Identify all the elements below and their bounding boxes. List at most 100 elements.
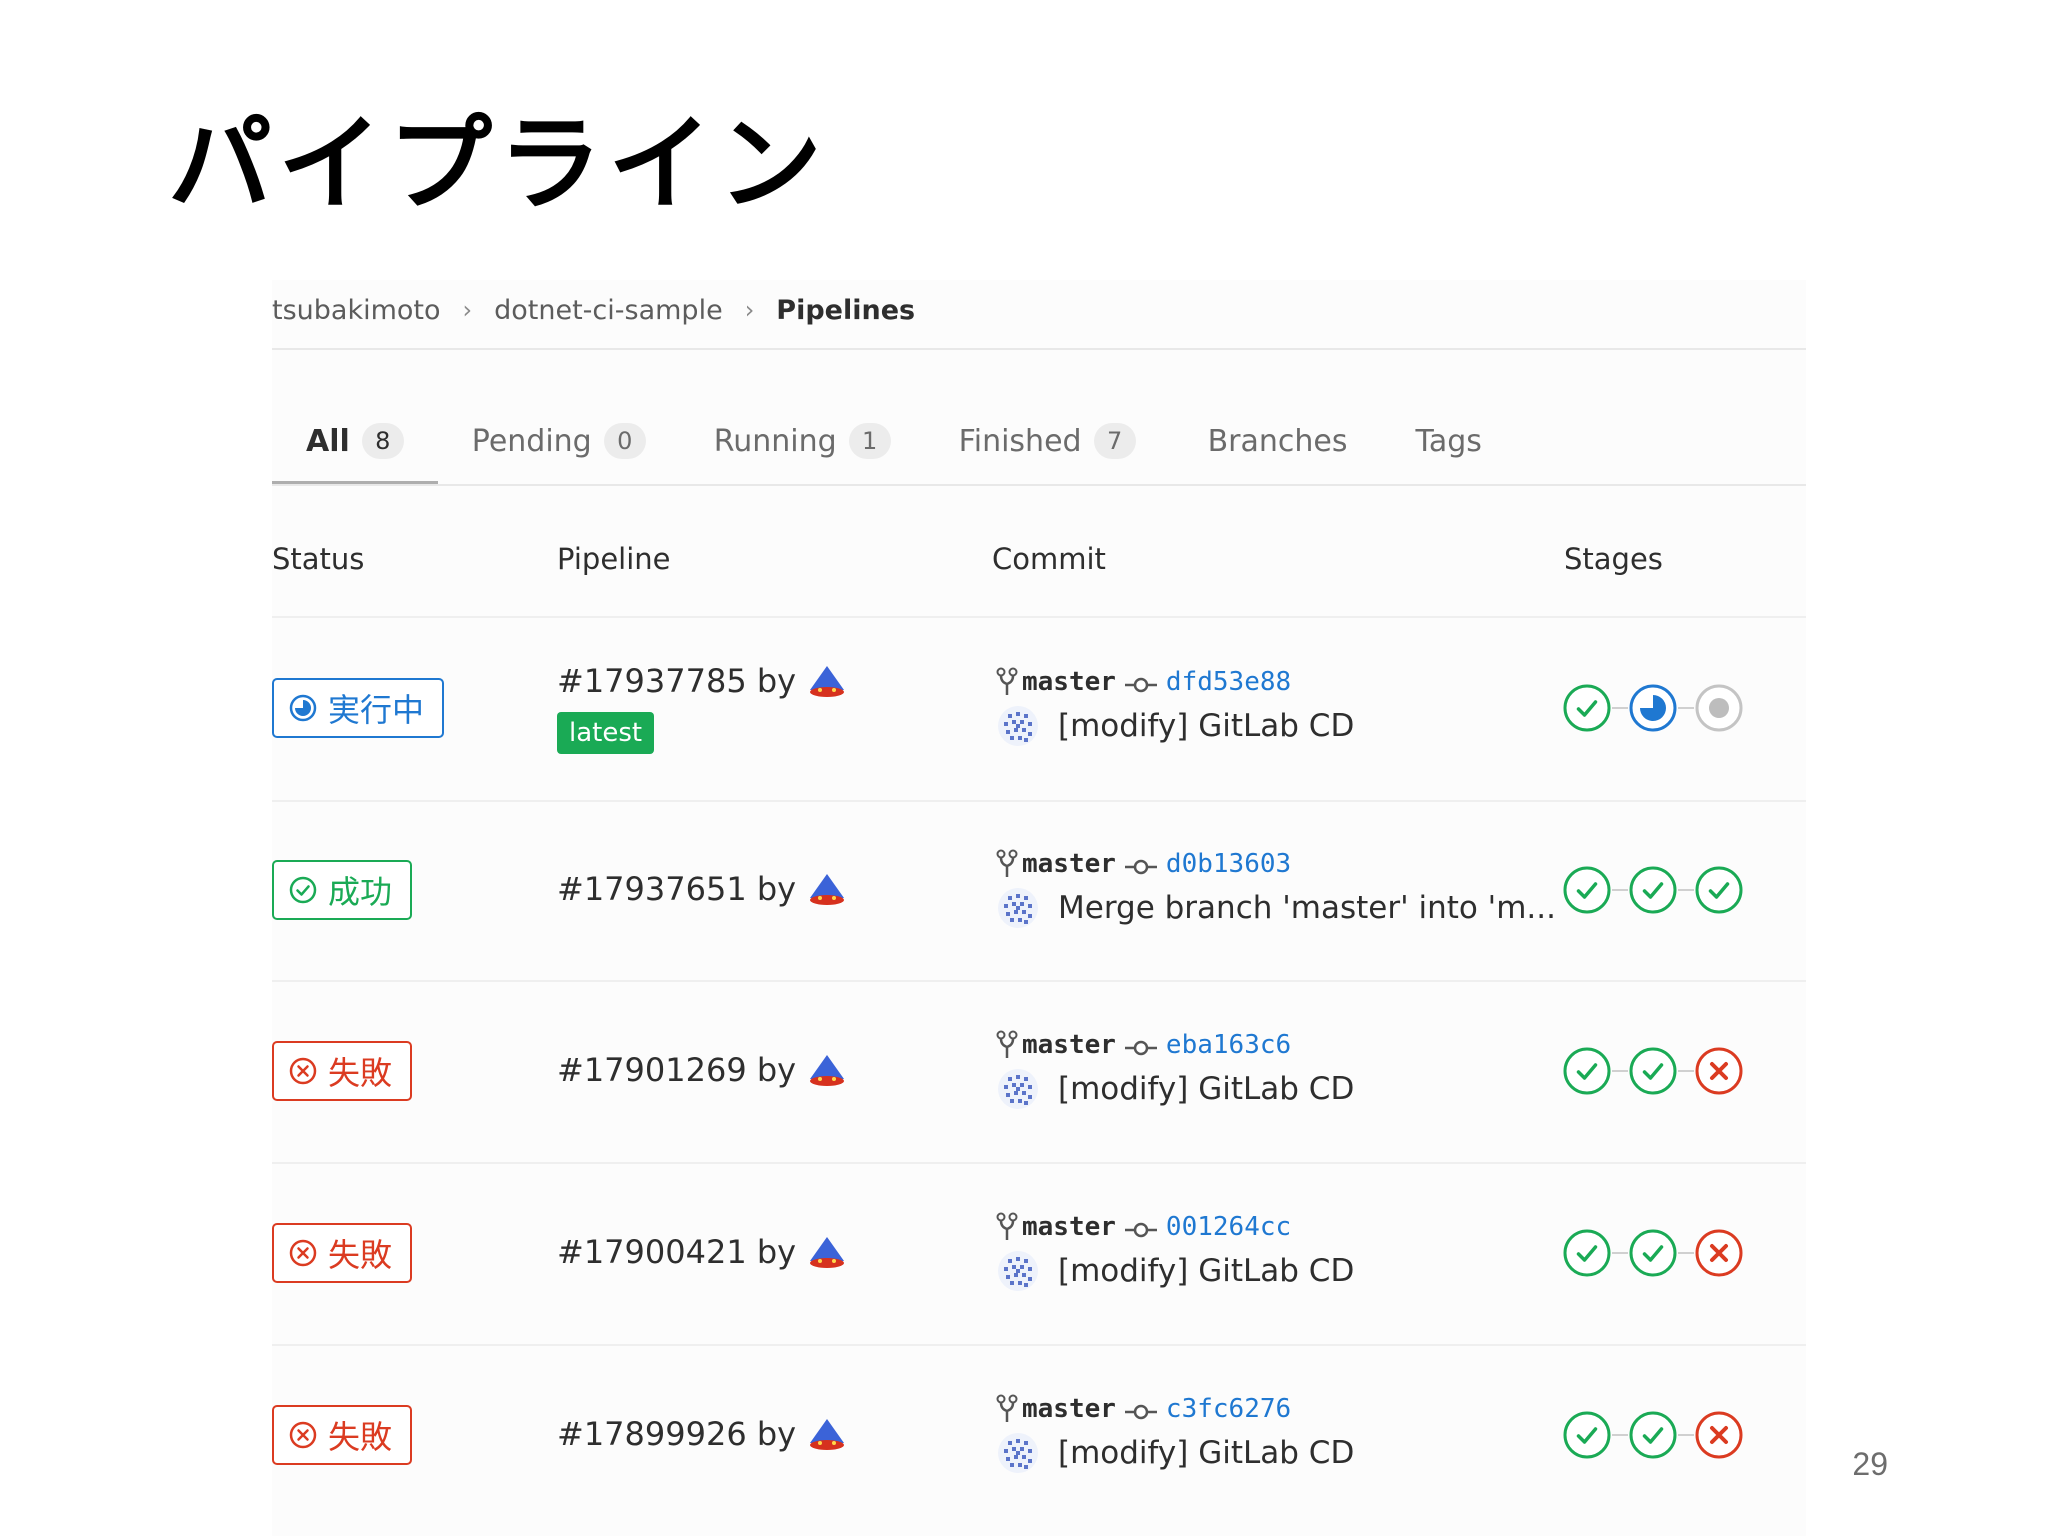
pipeline-id-link[interactable]: #17900421 by [557, 1233, 848, 1271]
user-avatar-icon[interactable] [806, 872, 848, 906]
status-badge-running[interactable]: 実行中 [272, 678, 445, 738]
commit-ref: master d0b13603 [996, 848, 1291, 880]
stage-failed-icon[interactable] [1694, 1046, 1744, 1096]
status-label: 成功 [328, 873, 393, 911]
commit-sha-link[interactable]: 001264cc [1166, 1212, 1291, 1242]
commit-message-link[interactable]: [modify] GitLab CD [1058, 708, 1354, 744]
stage-success-icon[interactable] [1562, 1410, 1612, 1460]
stage-connector [1612, 1252, 1628, 1254]
user-avatar-icon[interactable] [806, 1053, 848, 1087]
page-number: 29 [1852, 1446, 1888, 1482]
author-avatar[interactable] [996, 886, 1040, 930]
tab-count-badge: 0 [603, 423, 646, 459]
tab-label: Pending [471, 423, 592, 459]
tab-running[interactable]: Running 1 [680, 408, 925, 474]
user-avatar-icon[interactable] [806, 1235, 848, 1269]
stage-failed-icon[interactable] [1694, 1410, 1744, 1460]
stage-success-icon[interactable] [1562, 1228, 1612, 1278]
branch-link[interactable]: master [1022, 1030, 1116, 1060]
commit-icon [1124, 1217, 1158, 1238]
user-avatar-icon[interactable] [806, 664, 848, 698]
pipeline-id-link[interactable]: #17901269 by [557, 1051, 848, 1089]
commit-ref: master c3fc6276 [996, 1393, 1291, 1425]
divider [272, 348, 1806, 350]
breadcrumb-namespace[interactable]: tsubakimoto [272, 295, 441, 326]
stage-failed-icon[interactable] [1694, 1228, 1744, 1278]
tab-count-badge: 8 [361, 423, 404, 459]
pipeline-id: #17901269 by [557, 1051, 797, 1089]
breadcrumb-project[interactable]: dotnet-ci-sample [494, 295, 723, 326]
commit-sha-link[interactable]: dfd53e88 [1166, 667, 1291, 697]
stage-success-icon[interactable] [1562, 683, 1612, 733]
status-label: 実行中 [328, 691, 425, 729]
user-avatar-icon[interactable] [806, 1417, 848, 1451]
divider [272, 800, 1806, 802]
header-commit: Commit [992, 542, 1106, 576]
stage-success-icon[interactable] [1562, 1046, 1612, 1096]
latest-badge: latest [557, 712, 655, 754]
pipeline-stages [1562, 683, 1744, 733]
commit-icon [1124, 672, 1158, 693]
tab-branches[interactable]: Branches [1170, 408, 1382, 474]
status-success-icon [288, 875, 318, 905]
branch-icon [996, 1029, 1018, 1061]
branch-link[interactable]: master [1022, 1394, 1116, 1424]
pipeline-id-link[interactable]: #17937651 by [557, 870, 848, 908]
divider [272, 1344, 1806, 1346]
commit-icon [1124, 1035, 1158, 1056]
status-failed-icon [288, 1056, 318, 1086]
commit-ref: master dfd53e88 [996, 666, 1291, 698]
author-avatar[interactable] [996, 704, 1040, 748]
commit-message-link[interactable]: Merge branch 'master' into 'm... [1058, 890, 1556, 926]
status-badge-success[interactable]: 成功 [272, 860, 413, 920]
branch-link[interactable]: master [1022, 667, 1116, 697]
pipeline-id-link[interactable]: #17937785 by [557, 662, 848, 700]
tab-tags[interactable]: Tags [1382, 408, 1516, 474]
tab-finished[interactable]: Finished 7 [925, 408, 1170, 474]
status-failed-icon [288, 1238, 318, 1268]
author-avatar[interactable] [996, 1249, 1040, 1293]
tab-label: Tags [1415, 423, 1482, 459]
stage-success-icon[interactable] [1562, 865, 1612, 915]
pipeline-id-link[interactable]: #17899926 by [557, 1415, 848, 1453]
stage-success-icon[interactable] [1628, 865, 1678, 915]
branch-link[interactable]: master [1022, 1212, 1116, 1242]
status-running-icon [288, 693, 318, 723]
commit-sha-link[interactable]: d0b13603 [1166, 849, 1291, 879]
status-badge-failed[interactable]: 失敗 [272, 1223, 413, 1283]
stage-success-icon[interactable] [1628, 1228, 1678, 1278]
status-failed-icon [288, 1420, 318, 1450]
branch-link[interactable]: master [1022, 849, 1116, 879]
branch-icon [996, 848, 1018, 880]
stage-connector [1678, 1252, 1694, 1254]
branch-icon [996, 1211, 1018, 1243]
status-badge-failed[interactable]: 失敗 [272, 1405, 413, 1465]
stage-connector [1612, 889, 1628, 891]
divider [272, 616, 1806, 618]
author-avatar[interactable] [996, 1067, 1040, 1111]
status-label: 失敗 [328, 1418, 393, 1456]
pipeline-id: #17937785 by [557, 662, 797, 700]
pipeline-stages [1562, 1410, 1744, 1460]
stage-running-icon[interactable] [1628, 683, 1678, 733]
commit-sha-link[interactable]: eba163c6 [1166, 1030, 1291, 1060]
stage-connector [1612, 707, 1628, 709]
commit-message-link[interactable]: [modify] GitLab CD [1058, 1435, 1354, 1471]
tab-all[interactable]: All 8 [272, 408, 438, 486]
commit-icon [1124, 854, 1158, 875]
stage-created-icon[interactable] [1694, 683, 1744, 733]
stage-success-icon[interactable] [1694, 865, 1744, 915]
stage-success-icon[interactable] [1628, 1046, 1678, 1096]
tab-pending[interactable]: Pending 0 [438, 408, 680, 474]
commit-message-link[interactable]: [modify] GitLab CD [1058, 1071, 1354, 1107]
commit-message-row: [modify] GitLab CD [996, 1067, 1354, 1111]
header-pipeline: Pipeline [557, 542, 671, 576]
author-avatar[interactable] [996, 1431, 1040, 1475]
status-label: 失敗 [328, 1236, 393, 1274]
commit-message-row: [modify] GitLab CD [996, 704, 1354, 748]
stage-success-icon[interactable] [1628, 1410, 1678, 1460]
commit-sha-link[interactable]: c3fc6276 [1166, 1394, 1291, 1424]
commit-message-link[interactable]: [modify] GitLab CD [1058, 1253, 1354, 1289]
divider [272, 484, 1806, 486]
status-badge-failed[interactable]: 失敗 [272, 1041, 413, 1101]
